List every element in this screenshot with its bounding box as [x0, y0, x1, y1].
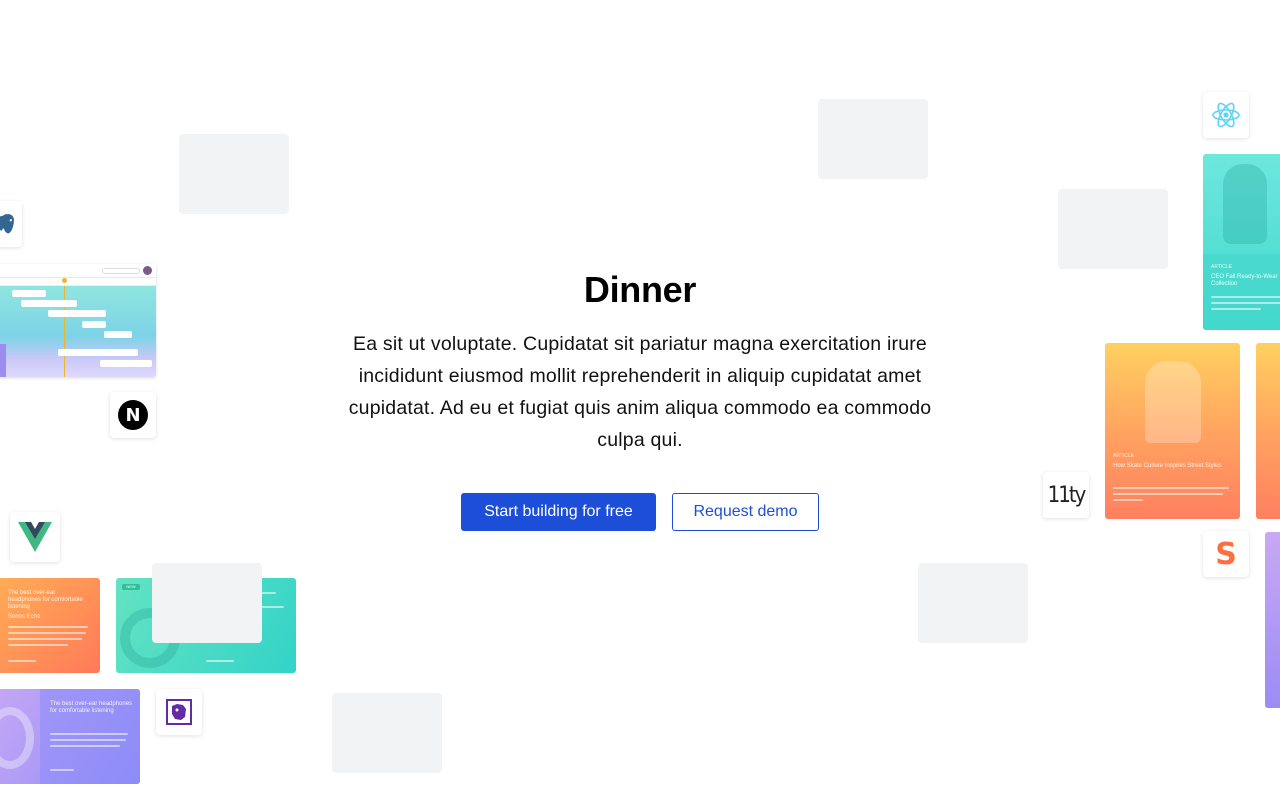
- placeholder-tile: [332, 693, 442, 773]
- start-building-button[interactable]: Start building for free: [461, 493, 656, 531]
- postgres-icon: [0, 212, 16, 235]
- card-badge: NEW: [122, 584, 140, 590]
- datadog-icon: [166, 699, 192, 725]
- react-icon: [1212, 102, 1240, 128]
- purple-card-partial: [1265, 532, 1280, 708]
- eleventy-logo-tile: 11ty: [1043, 472, 1089, 518]
- model-image: [1223, 164, 1267, 244]
- fashion-card-teal: ARTICLE CEO Fall Ready-to-Wear Collectio…: [1203, 154, 1280, 330]
- fashion-card-orange-partial: [1256, 343, 1280, 519]
- hero-section: Dinner Ea sit ut voluptate. Cupidatat si…: [340, 268, 940, 456]
- card-tag: ARTICLE: [1113, 453, 1135, 459]
- headphones-card-purple: The best over-ear headphones for comfort…: [0, 689, 140, 784]
- request-demo-button[interactable]: Request demo: [672, 493, 819, 531]
- placeholder-tile: [152, 563, 262, 643]
- page-title: Dinner: [583, 269, 697, 310]
- headphones-card-orange: The best over-ear headphones for comfort…: [0, 578, 100, 673]
- card-title: How Skate Culture Inspires Street Styles: [1113, 463, 1222, 469]
- card-title: CEO Fall Ready-to-Wear Collection: [1211, 274, 1278, 287]
- nextjs-letter: N: [125, 404, 141, 426]
- nextjs-logo-tile: N: [110, 392, 156, 438]
- nextjs-icon: N: [118, 400, 148, 430]
- card-tag: ARTICLE: [1211, 264, 1233, 270]
- card-subtitle: Sonos Echo: [8, 614, 41, 620]
- headphones-image: [0, 707, 34, 769]
- gantt-screenshot-card: [0, 264, 156, 377]
- postgres-logo-tile: [0, 201, 22, 247]
- placeholder-tile: [918, 563, 1028, 643]
- react-logo-tile: [1203, 92, 1249, 138]
- datadog-logo-tile: [156, 689, 202, 735]
- placeholder-tile: [1058, 189, 1168, 269]
- svelte-icon: S: [1215, 536, 1237, 572]
- vue-logo-tile: [10, 512, 60, 562]
- fashion-card-orange: ARTICLE How Skate Culture Inspires Stree…: [1105, 343, 1240, 519]
- vue-icon: [18, 522, 52, 552]
- placeholder-tile: [818, 99, 928, 179]
- placeholder-tile: [179, 134, 289, 214]
- hero-actions: Start building for free Request demo: [461, 493, 819, 531]
- hero-description: Ea sit ut voluptate. Cupidatat sit paria…: [348, 333, 932, 451]
- eleventy-icon: 11ty: [1047, 482, 1087, 508]
- card-title: The best over-ear headphones for comfort…: [50, 701, 133, 714]
- svelte-logo-tile: S: [1203, 531, 1249, 577]
- card-title: The best over-ear headphones for comfort…: [8, 590, 83, 610]
- avatar: [143, 266, 152, 275]
- model-image: [1145, 361, 1201, 443]
